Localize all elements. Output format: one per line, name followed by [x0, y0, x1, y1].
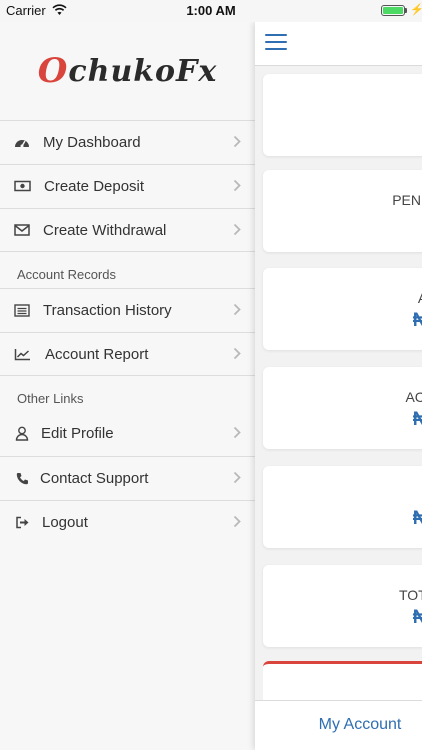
chart-icon — [13, 346, 31, 362]
chevron-right-icon — [233, 471, 241, 484]
divider — [0, 375, 255, 376]
section-header-other-links: Other Links — [17, 391, 84, 406]
drawer-item-label: Edit Profile — [41, 425, 114, 442]
drawer-item-label: Create Withdrawal — [43, 221, 167, 239]
summary-card[interactable]: TOTA ₦2 — [263, 565, 422, 647]
chevron-right-icon — [233, 347, 241, 360]
summary-card[interactable]: PENDI — [263, 170, 422, 252]
summary-card[interactable]: ₦1 — [263, 466, 422, 548]
card-amount: ₦3 — [412, 310, 422, 331]
card-title: PENDI — [392, 192, 422, 208]
user-icon — [13, 426, 31, 442]
section-header-account-records: Account Records — [17, 267, 116, 282]
app-logo: OchukoFx — [37, 51, 218, 91]
logout-icon — [13, 514, 31, 530]
drawer-item-label: Logout — [42, 513, 88, 531]
chevron-right-icon — [233, 223, 241, 236]
card-title: AL — [418, 290, 422, 306]
tab-my-account[interactable]: My Account — [255, 716, 422, 734]
main-panel: C PENDI AL ₦3 ACC ₦1 ₦1 TOTA ₦2 My Accou… — [255, 22, 422, 750]
drawer-item-logout[interactable]: Logout — [0, 500, 255, 543]
bottom-tab-bar: My Account — [255, 700, 422, 750]
top-bar — [255, 22, 422, 66]
divider — [0, 251, 255, 252]
drawer-item-account-report[interactable]: Account Report — [0, 332, 255, 375]
battery-tip — [405, 8, 407, 13]
drawer-item-label: Contact Support — [40, 469, 149, 487]
money-icon — [13, 178, 31, 194]
phone-icon — [13, 470, 31, 486]
drawer-item-label: Create Deposit — [44, 177, 145, 195]
drawer-item-label: Account Report — [45, 345, 149, 363]
chevron-right-icon — [233, 515, 241, 528]
side-drawer: OchukoFx My Dashboard Create Deposit Cre… — [0, 22, 255, 750]
status-time: 1:00 AM — [186, 3, 236, 18]
summary-card[interactable]: ACC ₦1 — [263, 367, 422, 449]
drawer-item-contact-support[interactable]: Contact Support — [0, 456, 255, 499]
battery-icon — [381, 5, 405, 16]
drawer-item-transaction-history[interactable]: Transaction History — [0, 288, 255, 331]
list-icon — [13, 302, 31, 318]
menu-icon[interactable] — [265, 34, 287, 52]
dashboard-icon — [13, 134, 31, 150]
summary-card[interactable]: C — [263, 74, 422, 156]
drawer-item-label: My Dashboard — [43, 133, 141, 151]
drawer-item-create-withdrawal[interactable]: Create Withdrawal — [0, 208, 255, 251]
drawer-item-create-deposit[interactable]: Create Deposit — [0, 164, 255, 207]
drawer-item-label: Transaction History — [43, 301, 172, 319]
chevron-right-icon — [233, 426, 241, 439]
summary-card[interactable]: AL ₦3 — [263, 268, 422, 350]
card-title: TOTA — [398, 587, 422, 603]
chevron-right-icon — [233, 135, 241, 148]
drawer-item-edit-profile[interactable]: Edit Profile — [0, 412, 255, 455]
card-amount: ₦1 — [412, 508, 422, 529]
status-bar: Carrier 1:00 AM ⚡ — [0, 0, 422, 22]
chevron-right-icon — [233, 303, 241, 316]
card-amount: ₦1 — [412, 409, 422, 430]
card-title: ACC — [405, 389, 422, 405]
drawer-item-my-dashboard[interactable]: My Dashboard — [0, 120, 255, 163]
chevron-right-icon — [233, 179, 241, 192]
charging-icon: ⚡ — [410, 4, 422, 16]
envelope-icon — [13, 222, 31, 238]
card-amount: ₦2 — [412, 607, 422, 628]
